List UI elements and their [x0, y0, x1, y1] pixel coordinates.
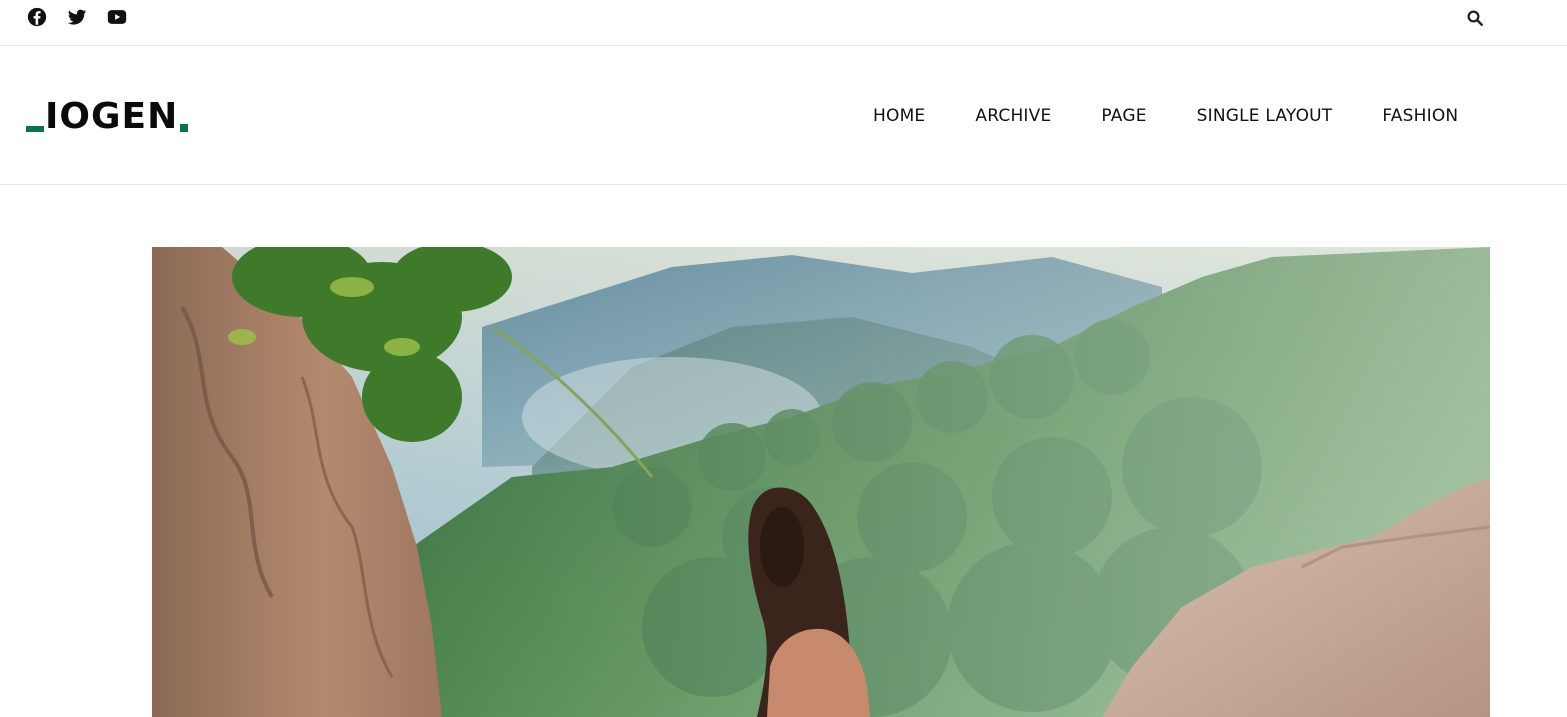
site-logo[interactable]: IOGEN	[26, 96, 189, 137]
twitter-link[interactable]	[66, 6, 88, 28]
facebook-link[interactable]	[26, 6, 48, 28]
nav-item-archive[interactable]: ARCHIVE	[975, 104, 1051, 128]
nav-item-page[interactable]: PAGE	[1101, 104, 1146, 128]
facebook-icon	[27, 7, 47, 27]
social-links	[26, 6, 128, 28]
hero-image[interactable]	[152, 247, 1490, 717]
search-icon	[1467, 10, 1483, 26]
nav-item-fashion[interactable]: FASHION	[1382, 104, 1458, 128]
youtube-link[interactable]	[106, 6, 128, 28]
nav-item-single-layout[interactable]: SINGLE LAYOUT	[1197, 104, 1333, 128]
search-button[interactable]	[1466, 9, 1486, 29]
main-nav: HOME ARCHIVE PAGE SINGLE LAYOUT FASHION	[873, 104, 1458, 128]
jungle-landscape-image	[152, 247, 1490, 717]
logo-accent-dot	[180, 124, 189, 132]
top-bar	[0, 0, 1567, 46]
twitter-icon	[67, 9, 87, 25]
nav-item-home[interactable]: HOME	[873, 104, 925, 128]
logo-accent-bar	[26, 126, 44, 132]
logo-text: IOGEN	[45, 96, 179, 137]
site-header: IOGEN HOME ARCHIVE PAGE SINGLE LAYOUT FA…	[0, 46, 1567, 185]
youtube-icon	[107, 10, 127, 24]
